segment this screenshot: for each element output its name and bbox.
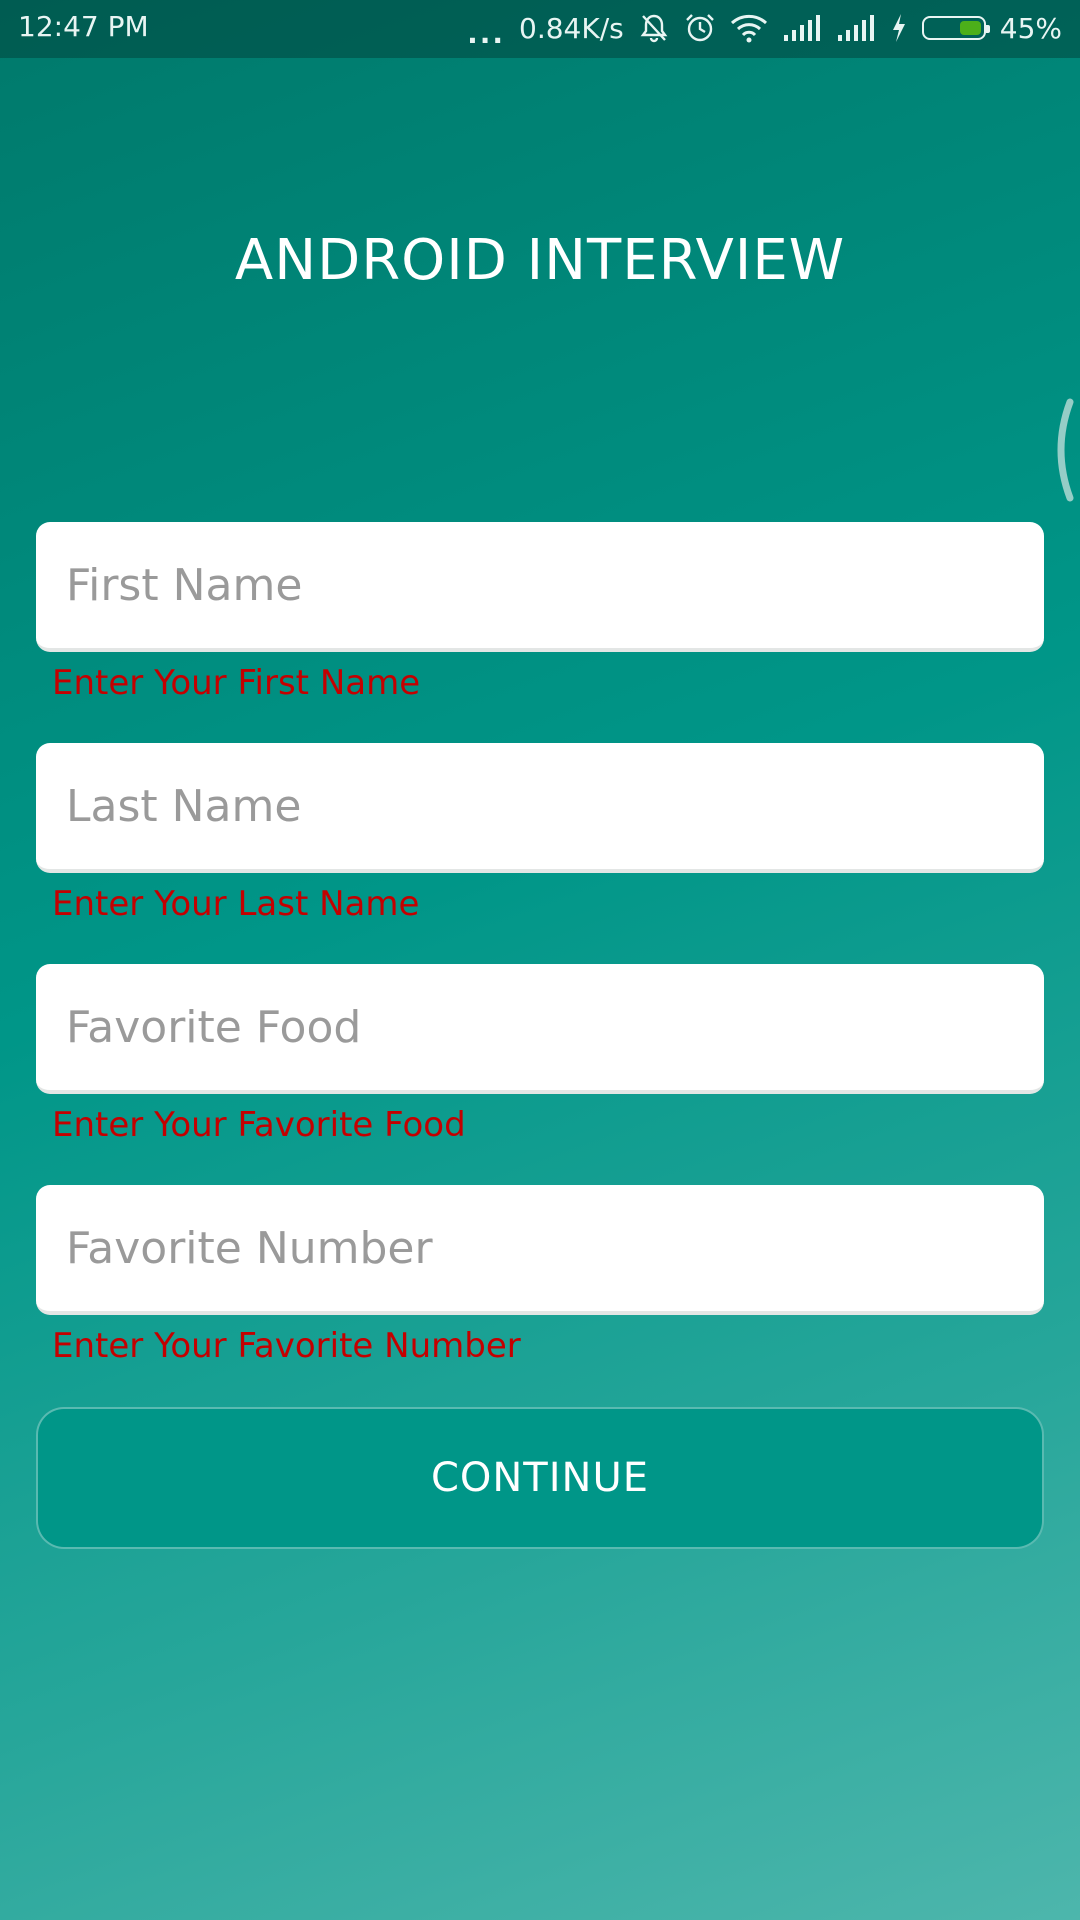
last-name-group: Enter Your Last Name	[36, 743, 1044, 925]
favorite-number-error: Enter Your Favorite Number	[52, 1326, 521, 1366]
last-name-input[interactable]	[36, 743, 1044, 873]
first-name-error: Enter Your First Name	[52, 663, 421, 703]
favorite-food-group: Enter Your Favorite Food	[36, 964, 1044, 1146]
favorite-food-input[interactable]	[36, 964, 1044, 1094]
battery-icon	[921, 16, 990, 40]
page-title: ANDROID INTERVIEW	[234, 228, 846, 293]
first-name-group: Enter Your First Name	[36, 522, 1044, 704]
muted-bell-icon	[638, 12, 670, 44]
network-speed: 0.84K/s	[519, 11, 624, 45]
continue-button[interactable]: CONTINUE	[36, 1407, 1044, 1549]
status-bar: 12:47 PM ... 0.84K/s 45%	[0, 0, 1080, 58]
status-time: 12:47 PM	[18, 10, 149, 43]
battery-level	[959, 21, 981, 35]
charging-icon	[890, 12, 908, 44]
favorite-number-group: Enter Your Favorite Number	[36, 1185, 1044, 1367]
alarm-icon	[684, 12, 716, 44]
battery-percent: 45%	[999, 11, 1062, 45]
favorite-number-input[interactable]	[36, 1185, 1044, 1315]
favorite-food-error: Enter Your Favorite Food	[52, 1105, 466, 1145]
edge-swipe-handle[interactable]	[1048, 398, 1078, 502]
more-notifications-icon: ...	[467, 17, 506, 50]
first-name-input[interactable]	[36, 522, 1044, 652]
signal-icon	[782, 13, 822, 43]
status-icons: ... 0.84K/s 45%	[467, 8, 1062, 48]
last-name-error: Enter Your Last Name	[52, 884, 420, 924]
signal-icon	[836, 13, 876, 43]
wifi-icon	[730, 12, 768, 44]
